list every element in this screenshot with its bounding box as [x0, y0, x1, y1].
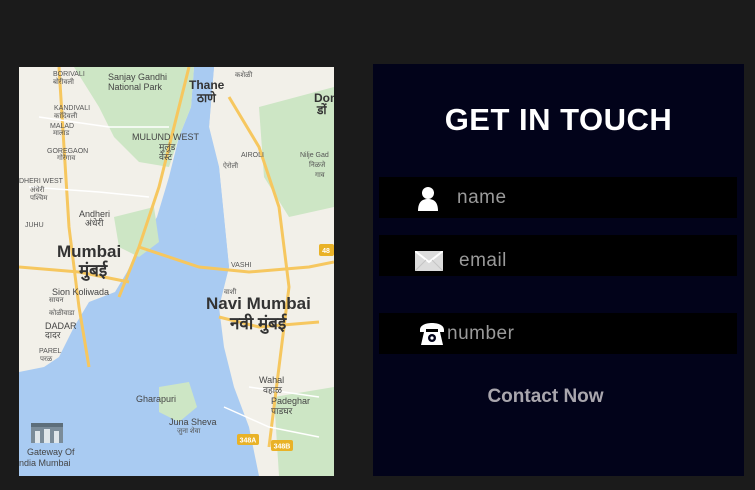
- map-label-navi-mumbai-local: नवी मुंबई: [229, 313, 287, 334]
- map-label-nilje: Nilje Gad: [300, 152, 329, 159]
- email-input[interactable]: [459, 240, 729, 281]
- number-input[interactable]: [447, 313, 727, 354]
- map-label-kandivali-local: कांदिवली: [54, 111, 77, 120]
- map-label-navi-mumbai: Navi Mumbai: [206, 294, 311, 313]
- map-shield-348b: 348B: [271, 440, 293, 451]
- contact-now-button[interactable]: Contact Now: [473, 382, 618, 412]
- map-label-andheri-west-local: अंधेरी: [30, 185, 45, 194]
- map-label-kandivali: KANDIVALI: [54, 105, 90, 112]
- map-label-parel-local: परळ: [40, 356, 53, 363]
- map-label-gharapuri: Gharapuri: [136, 394, 176, 404]
- map-label-airoli: AIROLI: [241, 152, 264, 159]
- map-label-malad-local: मालाड: [53, 130, 70, 137]
- map-label-airoli-local: ऐरोली: [223, 161, 238, 170]
- map-label-padeghar: Padeghar: [271, 396, 310, 406]
- map-label-wahal-local: वहाळ: [263, 385, 282, 395]
- map-label-malad: MALAD: [50, 123, 74, 130]
- map-label-borivali: BORIVALI: [53, 71, 85, 78]
- telephone-icon: [417, 313, 447, 354]
- map-label-juna-sheva: Juna Sheva: [169, 417, 217, 427]
- map-shield-48: 48: [319, 244, 334, 256]
- map-label-sanjay2: National Park: [108, 82, 163, 92]
- svg-text:48: 48: [322, 248, 330, 255]
- map-label-goregaon-local: गोरेगाव: [57, 153, 75, 162]
- map-label-dombivli-local: डों: [316, 103, 328, 117]
- map-label-nilje-local: निळजे: [309, 160, 326, 169]
- map-label-mumbai: Mumbai: [57, 242, 121, 261]
- map-label-sion-local2: कोळीवाडा: [49, 308, 75, 317]
- map-label-goregaon: GOREGAON: [47, 148, 88, 155]
- map-label-andheri-local: अंधेरी: [85, 217, 104, 228]
- user-icon: [413, 177, 443, 218]
- name-field[interactable]: [379, 177, 737, 218]
- email-field[interactable]: [379, 235, 737, 281]
- map-label-nilje-local2: गाव: [315, 172, 325, 179]
- svg-text:348B: 348B: [274, 444, 291, 451]
- map-label-juna-sheva-local: जुना शेवा: [177, 426, 200, 435]
- map-label-gateway: Gateway Of: [27, 447, 75, 457]
- number-field[interactable]: [379, 313, 737, 354]
- envelope-icon: [414, 240, 444, 281]
- name-input[interactable]: [457, 177, 727, 218]
- map-label-sion: Sion Koliwada: [52, 287, 109, 297]
- svg-text:348A: 348A: [240, 438, 257, 445]
- map-label-padeghar-local: पाडघर: [271, 406, 293, 416]
- map-canvas[interactable]: BORIVALI बोरीवली KANDIVALI कांदिवली MALA…: [19, 67, 334, 476]
- map-label-wahal: Wahal: [259, 375, 284, 385]
- map-label-borivali-local: बोरीवली: [53, 77, 74, 86]
- map-label-juhu: JUHU: [25, 222, 44, 229]
- map-label-sanjay: Sanjay Gandhi: [108, 72, 167, 82]
- map-label-kashidi: कशेळी: [235, 70, 252, 79]
- map-label-dadar-local: दादर: [45, 330, 61, 340]
- gateway-landmark-icon: [31, 423, 63, 443]
- map-label-andheri-west-local2: पश्चिम: [30, 193, 48, 202]
- contact-form-panel: GET IN TOUCH name email number Contact N…: [373, 64, 744, 476]
- map-label-sion-local: सायन: [49, 297, 64, 304]
- contact-title: GET IN TOUCH: [444, 102, 673, 137]
- map-label-parel: PAREL: [39, 348, 62, 355]
- map-shield-348a: 348A: [237, 434, 259, 445]
- map-label-mulund-local2: वेस्ट: [159, 151, 173, 162]
- map-label-vashi: VASHI: [231, 262, 252, 269]
- map-label-thane-local: ठाणे: [196, 91, 217, 105]
- map-embed[interactable]: BORIVALI बोरीवली KANDIVALI कांदिवली MALA…: [19, 67, 334, 476]
- map-label-mumbai-local: मुंबई: [78, 260, 108, 281]
- map-label-andheri-west: DHERI WEST: [19, 178, 64, 185]
- map-label-mulund: MULUND WEST: [132, 132, 200, 142]
- map-label-gateway2: ndia Mumbai: [19, 458, 71, 468]
- map-label-thane: Thane: [189, 78, 225, 92]
